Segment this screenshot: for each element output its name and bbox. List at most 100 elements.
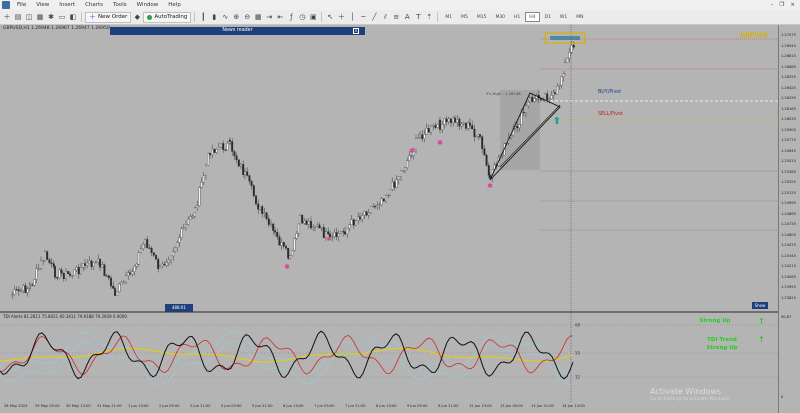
- close-icon[interactable]: ×: [353, 28, 359, 34]
- candle-body: [86, 262, 89, 266]
- terminal-icon[interactable]: ▭: [57, 12, 67, 22]
- cursor-icon[interactable]: ↖: [325, 12, 335, 22]
- bar-chart-icon[interactable]: ┃: [198, 12, 208, 22]
- minimize-icon[interactable]: –: [771, 2, 774, 8]
- zoom-out-icon[interactable]: ⊖: [242, 12, 252, 22]
- candle-body: [357, 216, 360, 221]
- label-icon[interactable]: T: [413, 12, 423, 22]
- candle-body: [289, 255, 291, 259]
- price-tick-label: 1.24995: [781, 201, 796, 205]
- candle-body: [282, 242, 285, 247]
- timeframe-m15[interactable]: M15: [473, 12, 491, 22]
- timeframe-h4[interactable]: H4: [525, 12, 540, 22]
- menu-view[interactable]: View: [31, 2, 54, 8]
- candle-body: [103, 264, 106, 276]
- candle-body: [436, 124, 439, 128]
- price-axis[interactable]: 1.27075 1.26945 1.26815 1.26685 1.26555 1.264…: [778, 25, 800, 413]
- candle-body: [278, 236, 281, 246]
- autoscroll-icon[interactable]: ⇥: [264, 12, 274, 22]
- arrows-icon[interactable]: ⇡: [424, 12, 434, 22]
- data-window-icon[interactable]: ▦: [35, 12, 45, 22]
- candle-body: [406, 160, 409, 168]
- candle-body: [265, 212, 268, 219]
- close-icon[interactable]: ×: [790, 2, 795, 8]
- candle-body: [161, 263, 164, 267]
- timeframe-mn[interactable]: MN: [572, 12, 587, 22]
- candle-body: [65, 271, 67, 279]
- candle-body: [163, 263, 166, 266]
- new-chart-icon[interactable]: ＋: [2, 12, 12, 22]
- price-chart-canvas[interactable]: ✱ ✱ ✱ ✱ ✱ ⬆ 68 50 32: [0, 25, 778, 413]
- channel-icon[interactable]: ⫽: [380, 12, 390, 22]
- candle-body: [99, 258, 101, 268]
- line-chart-icon[interactable]: ∿: [220, 12, 230, 22]
- chart-shift-icon[interactable]: ⇤: [275, 12, 285, 22]
- restore-icon[interactable]: ❐: [779, 2, 784, 8]
- timeframe-w1[interactable]: W1: [556, 12, 571, 22]
- candle-body: [56, 277, 59, 279]
- menu-insert[interactable]: Insert: [54, 2, 80, 8]
- candle-body: [295, 233, 298, 239]
- candle-body: [572, 44, 575, 48]
- timeframe-m5[interactable]: M5: [457, 12, 472, 22]
- fibo-icon[interactable]: ≡: [391, 12, 401, 22]
- new-order-button[interactable]: ＋ New Order: [85, 11, 132, 23]
- candle-body: [267, 218, 270, 225]
- crosshair-icon[interactable]: ＋: [336, 12, 346, 22]
- candle-body: [327, 231, 330, 235]
- vertical-line-icon[interactable]: │: [347, 12, 357, 22]
- price-tick-label: 1.27075: [781, 33, 796, 37]
- candle-body: [35, 268, 38, 280]
- horizontal-line-icon[interactable]: ─: [358, 12, 368, 22]
- market-watch-icon[interactable]: ◫: [24, 12, 34, 22]
- profiles-icon[interactable]: ▤: [13, 12, 23, 22]
- time-tick-label: 7 Jun 05:00: [314, 404, 335, 408]
- auto-trading-label: AutoTrading: [154, 14, 188, 20]
- show-button[interactable]: Show: [752, 302, 768, 309]
- menu-window[interactable]: Window: [132, 2, 164, 8]
- candle-body: [333, 232, 336, 237]
- zoom-in-icon[interactable]: ⊕: [231, 12, 241, 22]
- navigator-icon[interactable]: ✱: [46, 12, 56, 22]
- periods-icon[interactable]: ◷: [297, 12, 307, 22]
- toolbar-separator: [81, 12, 82, 22]
- templates-icon[interactable]: ▣: [308, 12, 318, 22]
- time-tick-label: 2 Jun 21:00: [190, 404, 211, 408]
- menu-file[interactable]: File: [12, 2, 31, 8]
- candle-body: [54, 266, 56, 278]
- menu-tools[interactable]: Tools: [108, 2, 132, 8]
- candle-body: [410, 155, 413, 157]
- price-tick-label: 1.25905: [781, 127, 796, 132]
- candle-body: [560, 76, 563, 86]
- timeframe-m30[interactable]: M30: [491, 12, 509, 22]
- candle-body: [402, 170, 405, 172]
- tdi-trend-value: Strong Up: [706, 345, 738, 351]
- price-tick-label: 1.24085: [781, 274, 796, 279]
- menu-charts[interactable]: Charts: [80, 2, 108, 8]
- candle-body: [20, 290, 22, 292]
- candle-body: [529, 97, 531, 103]
- timeframe-h1[interactable]: H1: [510, 12, 524, 22]
- candle-body: [157, 259, 160, 269]
- trendline-icon[interactable]: ╱: [369, 12, 379, 22]
- candle-body: [213, 148, 216, 153]
- news-reader-bar[interactable]: News reader ×: [110, 27, 365, 35]
- candle-body: [97, 258, 100, 263]
- text-icon[interactable]: A: [402, 12, 412, 22]
- indicators-icon[interactable]: ƒ: [286, 12, 296, 22]
- candle-chart-icon[interactable]: ▮: [209, 12, 219, 22]
- time-axis[interactable]: 26 May 2023 29 May 05:00 30 May 13:00 31 Ma…: [0, 402, 800, 413]
- timeframe-m1[interactable]: M1: [441, 12, 456, 22]
- swing-star-icon: ✱: [437, 139, 443, 147]
- menu-help[interactable]: Help: [163, 2, 186, 8]
- auto-trading-button[interactable]: AutoTrading: [143, 11, 192, 23]
- candle-body: [242, 164, 245, 175]
- timeframe-d1[interactable]: D1: [541, 12, 555, 22]
- tile-icon[interactable]: ▦: [253, 12, 263, 22]
- tester-icon[interactable]: ◧: [68, 12, 78, 22]
- candle-body: [178, 237, 181, 243]
- candle-body: [120, 282, 123, 285]
- chart-window[interactable]: ✱ ✱ ✱ ✱ ✱ ⬆ 68 50 32 GBPUSD,H1 1.26948 1.26967 1…: [0, 25, 800, 413]
- candle-body: [293, 238, 296, 251]
- metaeditor-icon[interactable]: ◆: [132, 12, 142, 22]
